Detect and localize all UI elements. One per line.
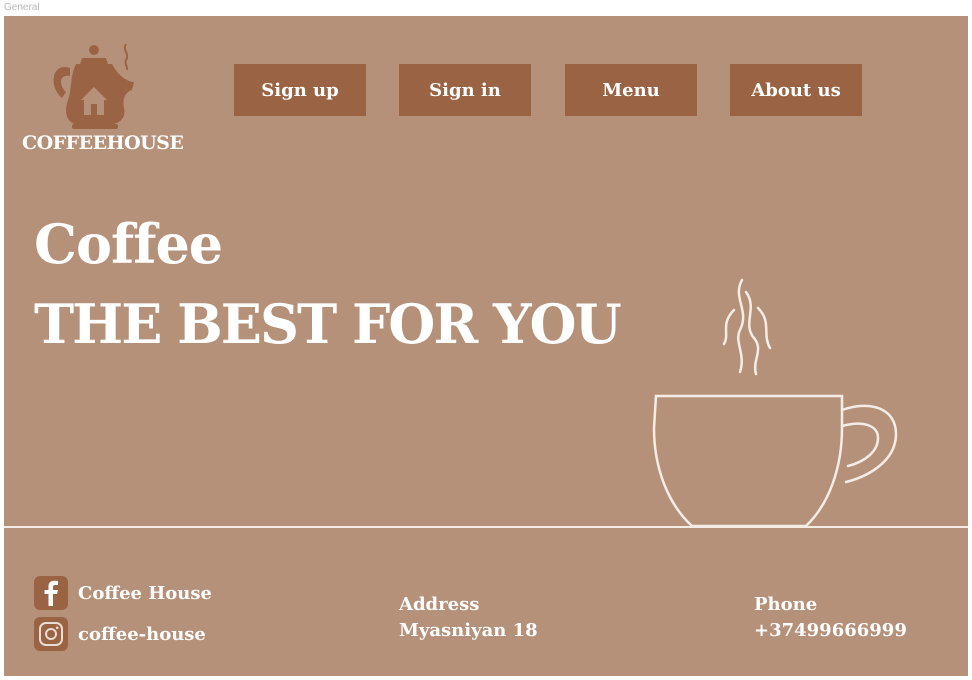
instagram-label: coffee-house bbox=[78, 623, 206, 645]
coffeepot-house-icon bbox=[53, 43, 134, 129]
frame-label: General bbox=[4, 2, 40, 13]
hero-tagline: THE BEST FOR YOU bbox=[34, 292, 622, 356]
facebook-icon bbox=[34, 576, 68, 610]
brand-logo[interactable]: COFFEEHOUSE bbox=[22, 42, 184, 160]
address-value: Myasniyan 18 bbox=[399, 620, 538, 641]
phone-value[interactable]: +37499666999 bbox=[754, 620, 907, 641]
landing-page: COFFEEHOUSE Sign up Sign in Menu About u… bbox=[4, 16, 968, 676]
address-label: Address bbox=[399, 594, 480, 615]
instagram-icon bbox=[34, 617, 68, 651]
menu-button[interactable]: Menu bbox=[565, 64, 697, 116]
instagram-link[interactable]: coffee-house bbox=[34, 617, 206, 651]
facebook-label: Coffee House bbox=[78, 582, 212, 604]
about-us-button[interactable]: About us bbox=[730, 64, 862, 116]
sign-up-button[interactable]: Sign up bbox=[234, 64, 366, 116]
table-line bbox=[4, 526, 968, 528]
facebook-link[interactable]: Coffee House bbox=[34, 576, 212, 610]
brand-name: COFFEEHOUSE bbox=[22, 132, 184, 154]
steaming-cup-illustration bbox=[652, 278, 898, 528]
hero-title: Coffee bbox=[34, 212, 223, 276]
phone-label: Phone bbox=[754, 594, 818, 615]
sign-in-button[interactable]: Sign in bbox=[399, 64, 531, 116]
